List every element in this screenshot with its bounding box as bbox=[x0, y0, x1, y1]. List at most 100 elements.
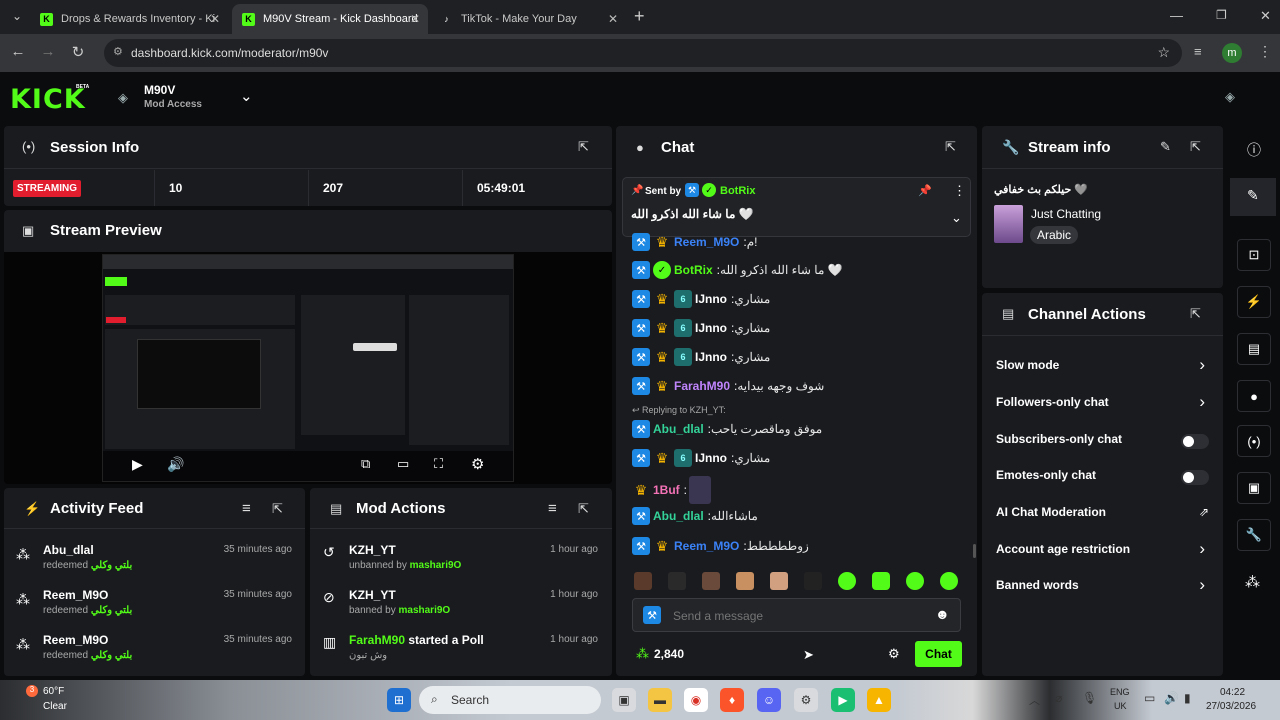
slow-mode-row[interactable]: Slow mode › bbox=[982, 349, 1223, 385]
tab-search-icon[interactable]: ⌄ bbox=[12, 9, 22, 23]
chat-username[interactable]: IJnno bbox=[695, 292, 727, 306]
profile-avatar[interactable]: m bbox=[1222, 43, 1242, 63]
emote-4[interactable] bbox=[736, 572, 754, 590]
session-widget-button[interactable]: (•) bbox=[1237, 425, 1271, 457]
points-widget-icon[interactable]: ⁂ bbox=[1245, 573, 1260, 591]
file-explorer-icon[interactable]: ▬ bbox=[648, 688, 672, 712]
mod-action-user[interactable]: KZH_YT bbox=[349, 588, 396, 602]
bookmark-star-icon[interactable]: ☆ bbox=[1157, 44, 1170, 61]
battery-icon[interactable]: ▮ bbox=[1184, 691, 1191, 705]
mod-actions-widget-button[interactable]: ▤ bbox=[1237, 333, 1271, 365]
emote-5[interactable] bbox=[770, 572, 788, 590]
stream-video[interactable] bbox=[102, 254, 514, 482]
emote-10[interactable] bbox=[940, 572, 958, 590]
activity-widget-button[interactable]: ⚡ bbox=[1237, 286, 1271, 318]
emote-1[interactable] bbox=[634, 572, 652, 590]
chat-widget-button[interactable]: ● bbox=[1237, 380, 1271, 412]
chat-scrollbar[interactable] bbox=[973, 544, 976, 558]
mod-action-by[interactable]: mashari9O bbox=[399, 605, 451, 616]
discord-icon[interactable]: ☺ bbox=[757, 688, 781, 712]
tray-overflow-chevron-icon[interactable]: ︿ bbox=[1029, 692, 1040, 708]
volume-icon[interactable]: 🔊 bbox=[167, 456, 184, 473]
category-name[interactable]: Just Chatting bbox=[1031, 207, 1101, 221]
weather-temp[interactable]: 60°F bbox=[43, 686, 64, 697]
popout-icon[interactable]: ⇱ bbox=[1190, 139, 1201, 155]
theater-mode-icon[interactable]: ⧉ bbox=[361, 456, 370, 472]
settings-gear-icon[interactable]: ⚙ bbox=[471, 455, 484, 473]
chat-message-input[interactable] bbox=[673, 606, 923, 626]
channel-points[interactable]: 2,840 bbox=[654, 647, 684, 661]
chat-message[interactable]: ⚒ ♛ 6 IJnno: مشاري bbox=[632, 447, 770, 469]
emoji-picker-icon[interactable]: ☻ bbox=[935, 606, 950, 622]
emote-7[interactable] bbox=[838, 572, 856, 590]
chat-username[interactable]: IJnno bbox=[695, 350, 727, 364]
mod-action-user[interactable]: FarahM90 bbox=[349, 633, 405, 647]
chat-username[interactable]: 1Buf bbox=[653, 483, 680, 497]
clock-time[interactable]: 04:22 bbox=[1220, 687, 1245, 698]
feed-user[interactable]: Reem_M9O bbox=[43, 633, 108, 647]
stream-info-widget-button[interactable]: 🔧 bbox=[1237, 519, 1271, 551]
reply-context[interactable]: ↩ Replying to KZH_YT: bbox=[632, 405, 726, 416]
play-icon[interactable]: ▶ bbox=[132, 456, 143, 473]
emote-8[interactable] bbox=[872, 572, 890, 590]
steam-icon[interactable]: ⚙ bbox=[794, 688, 818, 712]
emotes-only-toggle[interactable] bbox=[1181, 470, 1209, 485]
pinned-message[interactable]: 📌 Sent by ⚒ ✓ BotRix ما شاء الله اذكرو ا… bbox=[622, 177, 971, 237]
chat-username[interactable]: FarahM90 bbox=[674, 379, 730, 393]
volume-icon[interactable]: 🔊 bbox=[1164, 691, 1179, 705]
chat-message[interactable]: ⚒ ♛ 6 IJnno: مشاري bbox=[632, 346, 770, 368]
tab-tiktok[interactable]: ♪ TikTok - Make Your Day ✕ bbox=[430, 4, 626, 34]
chat-username[interactable]: Reem_M9O bbox=[674, 235, 739, 249]
new-tab-button[interactable]: + bbox=[634, 6, 645, 27]
chat-username[interactable]: Reem_M9O bbox=[674, 539, 739, 553]
chat-message[interactable]: ♛ 1Buf: bbox=[632, 476, 712, 504]
popout-icon[interactable]: ⇱ bbox=[578, 501, 589, 517]
tab-drops[interactable]: K Drops & Rewards Inventory - Ki ✕ bbox=[30, 4, 228, 34]
tab-m90v-stream[interactable]: K M90V Stream - Kick Dashboard ✕ bbox=[232, 4, 428, 34]
chat-username[interactable]: IJnno bbox=[695, 321, 727, 335]
tray-app-icon[interactable]: ⌀ bbox=[1055, 691, 1062, 705]
filter-icon[interactable]: ≡ bbox=[242, 500, 251, 517]
ai-chat-moderation-row[interactable]: AI Chat Moderation ⇗ bbox=[982, 496, 1223, 532]
chat-message[interactable]: ⚒ ♛ 6 IJnno: مشاري bbox=[632, 317, 770, 339]
kick-logo[interactable]: KICK bbox=[10, 84, 86, 115]
popout-icon[interactable]: ⇱ bbox=[578, 139, 589, 155]
expand-chevron-down-icon[interactable]: ⌄ bbox=[951, 210, 962, 226]
chat-message[interactable]: ⚒ ♛ FarahM90: شوف وجهه بيدايه bbox=[632, 375, 824, 397]
popout-icon[interactable]: ⇱ bbox=[272, 501, 283, 517]
task-view-icon[interactable]: ▣ bbox=[612, 688, 636, 712]
popout-icon[interactable]: ⇱ bbox=[945, 139, 956, 155]
channel-switch-chevron-down-icon[interactable]: ⌄ bbox=[240, 87, 253, 105]
chat-username[interactable]: BotRix bbox=[674, 263, 713, 277]
filter-icon[interactable]: ≡ bbox=[548, 500, 557, 517]
language-top[interactable]: ENG bbox=[1110, 687, 1130, 697]
chat-message[interactable]: ⚒ ♛ 6 IJnno: مشاري bbox=[632, 288, 770, 310]
close-icon[interactable]: ✕ bbox=[410, 12, 420, 26]
emote-6[interactable] bbox=[804, 572, 822, 590]
close-icon[interactable]: ✕ bbox=[210, 12, 220, 26]
chat-message[interactable]: ⚒ Abu_dlal: ماشاءالله bbox=[632, 505, 758, 527]
app-icon[interactable]: ▲ bbox=[867, 688, 891, 712]
chat-message[interactable]: ⚒ ✓ BotRix: ما شاء الله اذكرو الله 🤍 bbox=[632, 259, 843, 281]
brave-icon[interactable]: ♦ bbox=[720, 688, 744, 712]
chat-username[interactable]: Abu_dlal bbox=[653, 422, 704, 436]
pinned-user[interactable]: BotRix bbox=[720, 185, 755, 197]
edit-sidebar-button[interactable]: ✎ bbox=[1230, 178, 1276, 216]
unpin-icon[interactable]: 📌 bbox=[918, 184, 932, 197]
channel-actions-widget-button[interactable]: ▣ bbox=[1237, 472, 1271, 504]
maximize-button[interactable]: ❐ bbox=[1216, 8, 1227, 22]
chat-message[interactable]: ⚒ ♛ Reem_M9O: زوططططط bbox=[632, 535, 809, 557]
chat-message[interactable]: ⚒ Abu_dlal: موفق وماقصرت ياحب bbox=[632, 418, 822, 440]
followers-only-row[interactable]: Followers-only chat › bbox=[982, 386, 1223, 422]
chat-username[interactable]: Abu_dlal bbox=[653, 509, 704, 523]
back-button[interactable]: ← bbox=[8, 43, 28, 60]
more-options-icon[interactable]: ⋮ bbox=[953, 183, 966, 199]
close-window-button[interactable]: ✕ bbox=[1260, 8, 1271, 24]
taskbar-search[interactable]: ⌕ Search bbox=[419, 686, 601, 714]
popout-icon[interactable]: ⇱ bbox=[1190, 306, 1201, 322]
site-info-icon[interactable]: ⚙ bbox=[113, 45, 123, 58]
subscribers-only-toggle[interactable] bbox=[1181, 434, 1209, 449]
network-icon[interactable]: ▭ bbox=[1144, 691, 1155, 705]
reading-list-icon[interactable]: ≡ bbox=[1194, 44, 1202, 59]
url-field[interactable]: ⚙ dashboard.kick.com/moderator/m90v ☆ bbox=[104, 39, 1182, 67]
